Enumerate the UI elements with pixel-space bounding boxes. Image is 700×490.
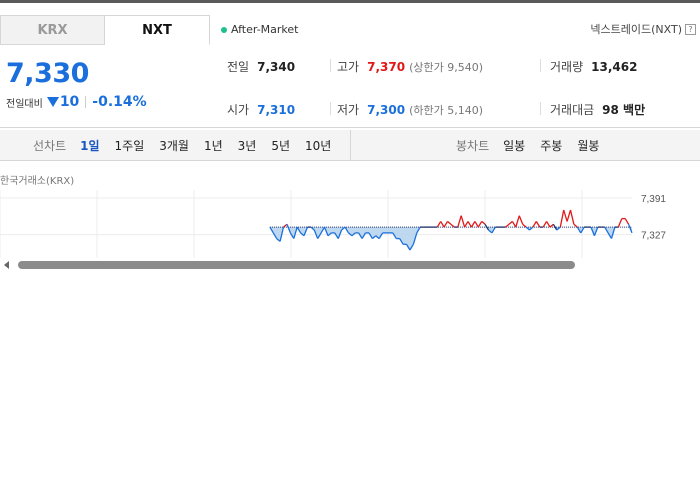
stat-value: 7,370	[367, 60, 406, 74]
stat-value: 13,462	[591, 60, 638, 74]
price-change: 전일대비 10 -0.14%	[6, 94, 147, 110]
divider	[330, 59, 331, 72]
series-segment	[440, 221, 445, 228]
divider	[540, 59, 541, 72]
session-label: After-Market	[231, 23, 299, 36]
series-segment	[549, 223, 554, 228]
candle-chart-title: 봉차트	[456, 139, 490, 153]
stat-label: 거래대금	[550, 103, 595, 117]
period-3y[interactable]: 3년	[238, 137, 257, 154]
series-segment	[436, 221, 442, 228]
series-segment	[563, 209, 568, 222]
chart-scrollbar[interactable]	[0, 259, 700, 271]
series-segment	[511, 221, 517, 228]
series-segment	[559, 209, 565, 228]
change-label: 전일대비	[6, 98, 43, 110]
series-segment	[542, 221, 548, 228]
period-10y[interactable]: 10년	[305, 137, 331, 154]
series-segment	[566, 209, 572, 222]
stat-low: 저가 7,300 (하한가 5,140)	[337, 101, 483, 118]
stat-value: 7,310	[257, 103, 296, 117]
stat-value: 7,340	[257, 60, 296, 74]
series-segment	[532, 221, 537, 228]
change-percent: -0.14%	[92, 94, 147, 110]
intraday-chart: 7,391 7,327	[0, 190, 666, 258]
series-segment	[457, 215, 462, 228]
status-dot-icon	[221, 26, 227, 33]
divider	[540, 102, 541, 115]
venue-info: 넥스트레이드(NXT) ?	[590, 21, 696, 37]
stat-open: 시가 7,310	[227, 101, 295, 118]
period-3m[interactable]: 3개월	[159, 137, 189, 154]
period-1w[interactable]: 1주일	[115, 137, 145, 154]
series-segment	[470, 221, 476, 228]
market-tabs: KRX NXT	[0, 15, 210, 45]
series-segment	[467, 221, 472, 228]
venue-label: 넥스트레이드(NXT)	[590, 23, 682, 36]
change-value: 10	[59, 94, 80, 110]
stat-amount: 거래대금 98 백만	[550, 101, 645, 118]
candle-chart-periods: 봉차트 일봉 주봉 월봉	[456, 130, 614, 161]
stat-prev-close: 전일 7,340	[227, 58, 295, 75]
y-tick-label: 7,327	[641, 231, 666, 242]
upper-limit: (상한가 9,540)	[409, 61, 483, 74]
stat-label: 전일	[227, 60, 250, 74]
help-icon[interactable]: ?	[685, 23, 696, 35]
stat-value: 98 백만	[602, 103, 646, 117]
series-segment	[515, 215, 520, 228]
period-1y[interactable]: 1년	[204, 137, 223, 154]
line-chart-periods: 선차트 1일 1주일 3개월 1년 3년 5년 10년	[33, 130, 346, 161]
current-price: 7,330	[6, 58, 89, 89]
scroll-left-icon[interactable]	[4, 261, 9, 269]
y-tick-label: 7,391	[641, 194, 666, 205]
series-segment	[518, 215, 524, 225]
section-divider	[0, 127, 700, 128]
series-segment	[617, 218, 623, 228]
stat-volume: 거래량 13,462	[550, 58, 637, 75]
period-1d[interactable]: 1일	[80, 137, 99, 154]
series-segment	[477, 221, 483, 228]
chart-series	[269, 209, 633, 251]
down-arrow-icon	[46, 97, 59, 107]
quote-panel: KRX NXT After-Market 넥스트레이드(NXT) ? 7,330…	[0, 3, 700, 269]
chart-source: 한국거래소(KRX)	[0, 176, 75, 187]
divider	[330, 102, 331, 115]
stat-label: 거래량	[550, 60, 584, 74]
separator	[85, 96, 87, 108]
stats-grid: 전일 7,340 고가 7,370 (상한가 9,540) 거래량 13,462…	[210, 47, 700, 130]
tab-krx[interactable]: KRX	[0, 15, 105, 45]
series-segment	[443, 221, 449, 228]
scroll-thumb[interactable]	[18, 261, 575, 269]
stat-label: 저가	[337, 103, 360, 117]
stat-label: 고가	[337, 60, 360, 74]
series-segment	[569, 209, 575, 225]
stat-label: 시가	[227, 103, 250, 117]
series-segment	[460, 215, 466, 228]
lower-limit: (하한가 5,140)	[409, 104, 483, 117]
series-segment	[464, 221, 469, 228]
line-chart-title: 선차트	[33, 139, 67, 153]
stat-value: 7,300	[367, 103, 406, 117]
session-indicator: After-Market	[221, 23, 299, 36]
period-daily[interactable]: 일봉	[503, 137, 525, 154]
series-segment	[535, 221, 541, 228]
stat-high: 고가 7,370 (상한가 9,540)	[337, 58, 483, 75]
period-weekly[interactable]: 주봉	[540, 137, 562, 154]
tab-nxt[interactable]: NXT	[105, 15, 210, 45]
series-segment	[508, 220, 513, 225]
period-5y[interactable]: 5년	[271, 137, 290, 154]
series-segment	[447, 220, 452, 225]
period-monthly[interactable]: 월봉	[577, 137, 599, 154]
period-divider	[350, 130, 351, 161]
series-segment	[624, 218, 630, 225]
chart-area-fill	[269, 227, 632, 250]
series-segment	[474, 221, 479, 228]
chart-y-ticks: 7,391 7,327	[641, 194, 666, 242]
series-segment	[546, 221, 551, 228]
